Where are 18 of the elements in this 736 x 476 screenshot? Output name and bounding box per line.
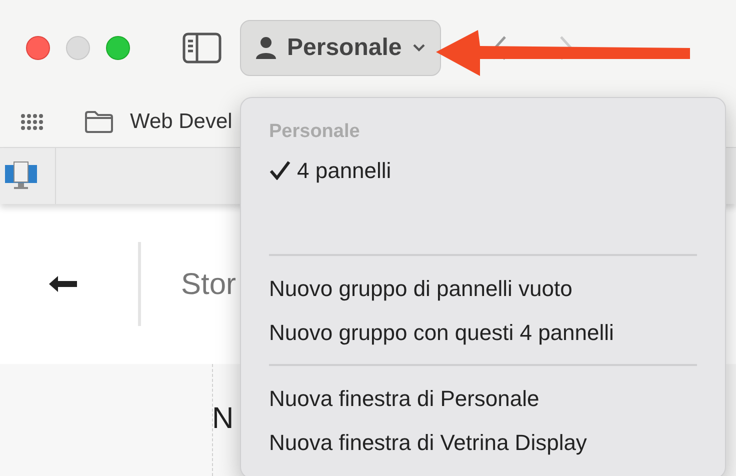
folder-icon	[84, 110, 114, 134]
close-window-button[interactable]	[26, 36, 50, 60]
chevron-down-icon	[412, 43, 426, 53]
menu-item[interactable]: Nuova finestra di Vetrina Display	[269, 420, 697, 464]
menu-item[interactable]: Nuovo gruppo con questi 4 pannelli	[269, 310, 697, 354]
monitor-favicon-icon[interactable]	[4, 161, 38, 191]
zoom-window-button[interactable]	[106, 36, 130, 60]
sidebar-icon[interactable]	[182, 32, 222, 64]
back-arrow-icon[interactable]	[48, 275, 78, 293]
bookmark-folder[interactable]: Web Devel	[130, 106, 232, 138]
menu-header: Personale	[269, 120, 361, 144]
body-text: N	[212, 401, 234, 437]
menu-item[interactable]: Nuovo gruppo di pannelli vuoto	[269, 266, 697, 310]
profile-button[interactable]: Personale	[240, 20, 441, 76]
person-icon	[255, 36, 277, 60]
page-title: Stor	[181, 266, 236, 302]
menu-item[interactable]: Nuova finestra di Personale	[269, 376, 697, 420]
grid-icon[interactable]	[20, 112, 44, 130]
